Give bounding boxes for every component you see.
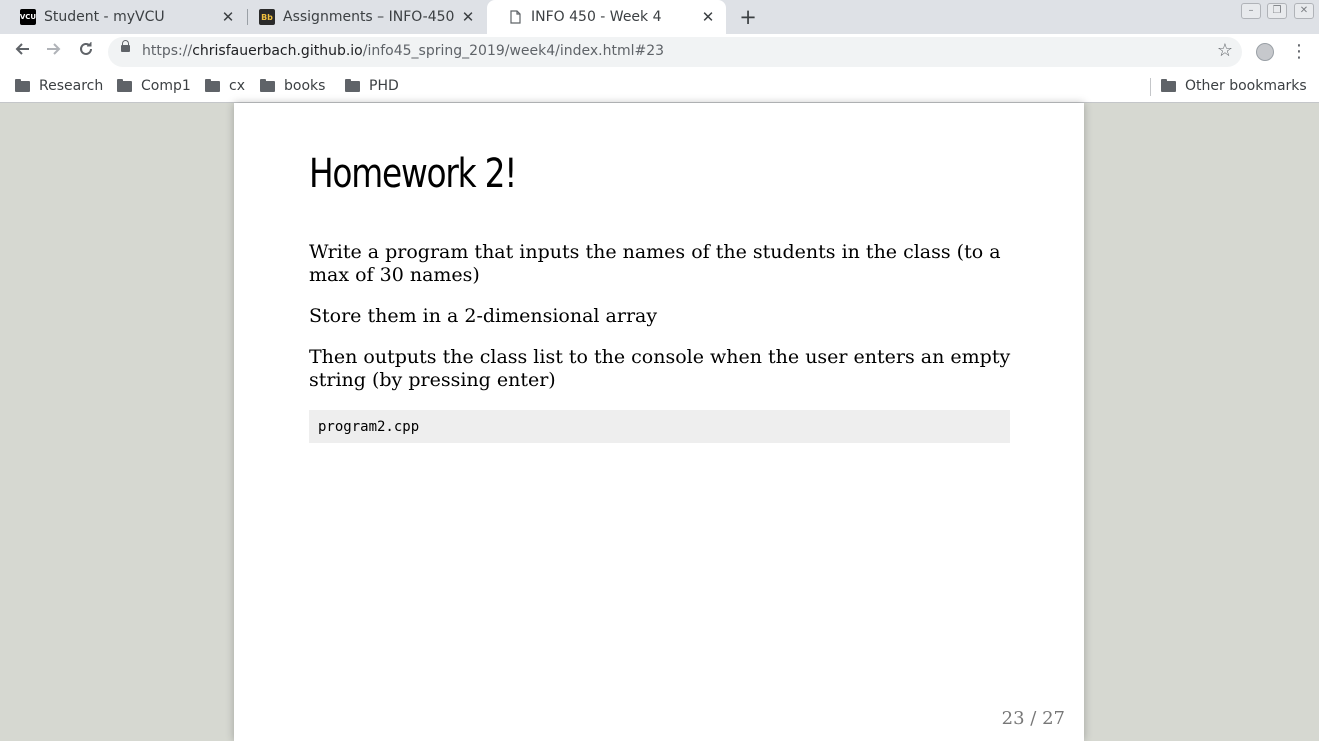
url-scheme: https:// xyxy=(142,43,193,59)
tab-strip: VCU Student - myVCU ✕ Bb Assignments – I… xyxy=(0,0,1319,34)
close-window-button[interactable]: ✕ xyxy=(1294,3,1314,19)
bookmark-books[interactable]: books xyxy=(260,76,325,96)
tab-student-myvcu[interactable]: VCU Student - myVCU ✕ xyxy=(0,0,246,34)
tab-title: INFO 450 - Week 4 xyxy=(531,9,662,25)
address-bar[interactable]: https://chrisfauerbach.github.io/info45_… xyxy=(108,37,1242,67)
bookmark-phd[interactable]: PHD xyxy=(345,76,399,96)
vcu-icon: VCU xyxy=(20,9,36,25)
close-icon[interactable]: ✕ xyxy=(220,8,236,26)
bookmark-label: Other bookmarks xyxy=(1185,78,1307,94)
folder-icon xyxy=(117,78,132,92)
bookmarks-divider xyxy=(1150,78,1151,96)
tab-assignments[interactable]: Bb Assignments – INFO-450-S ✕ xyxy=(239,0,486,34)
bookmark-label: cx xyxy=(229,78,245,94)
code-filename: program2.cpp xyxy=(318,419,420,435)
bookmarks-bar: Research Comp1 cx books PHD Other bookma… xyxy=(0,70,1319,103)
forward-button[interactable] xyxy=(42,40,66,64)
maximize-button[interactable]: ❐ xyxy=(1267,3,1287,19)
code-block: program2.cpp xyxy=(309,410,1010,443)
bookmark-star-icon[interactable]: ☆ xyxy=(1217,40,1233,61)
lock-icon xyxy=(121,40,130,52)
profile-avatar-icon[interactable] xyxy=(1256,43,1274,61)
forward-arrow-icon xyxy=(47,43,61,55)
url-text[interactable]: https://chrisfauerbach.github.io/info45_… xyxy=(142,43,664,59)
folder-icon xyxy=(345,78,360,92)
url-host: chrisfauerbach.github.io xyxy=(192,43,363,59)
slide-page-indicator: 23 / 27 xyxy=(1001,708,1065,729)
tab-title: Assignments – INFO-450-S xyxy=(283,9,454,25)
bookmark-label: books xyxy=(284,78,326,94)
folder-icon xyxy=(205,78,220,92)
bookmark-research[interactable]: Research xyxy=(15,76,103,96)
reload-button[interactable] xyxy=(74,40,98,64)
bookmark-label: Research xyxy=(39,78,104,94)
reload-icon xyxy=(80,42,92,55)
tab-title: Student - myVCU xyxy=(44,9,165,25)
bookmark-label: PHD xyxy=(369,78,399,94)
bookmark-other[interactable]: Other bookmarks xyxy=(1161,76,1307,96)
bookmark-label: Comp1 xyxy=(141,78,191,94)
slide: Homework 2! Write a program that inputs … xyxy=(234,103,1084,741)
close-icon[interactable]: ✕ xyxy=(460,8,476,26)
bookmark-comp1[interactable]: Comp1 xyxy=(117,76,191,96)
tab-info450-week4[interactable]: INFO 450 - Week 4 ✕ xyxy=(487,0,726,34)
back-arrow-icon xyxy=(15,43,29,55)
bookmark-cx[interactable]: cx xyxy=(205,76,245,96)
new-tab-button[interactable]: + xyxy=(737,4,759,30)
slide-paragraph: Write a program that inputs the names of… xyxy=(309,241,1001,286)
folder-icon xyxy=(260,78,275,92)
minimize-button[interactable]: – xyxy=(1241,3,1261,19)
url-path: /info45_spring_2019/week4/index.html#23 xyxy=(362,43,665,59)
browser-toolbar: https://chrisfauerbach.github.io/info45_… xyxy=(0,34,1319,70)
back-button[interactable] xyxy=(10,40,34,64)
slide-title: Homework 2! xyxy=(309,151,517,197)
more-menu-icon[interactable]: ⋮ xyxy=(1290,40,1308,64)
folder-icon xyxy=(15,78,30,92)
blackboard-icon: Bb xyxy=(259,9,275,25)
slide-paragraph: Then outputs the class list to the conso… xyxy=(309,346,1011,391)
close-icon[interactable]: ✕ xyxy=(700,8,716,26)
slide-paragraph: Store them in a 2-dimensional array xyxy=(309,305,658,327)
folder-icon xyxy=(1161,78,1176,92)
document-icon xyxy=(507,9,523,25)
